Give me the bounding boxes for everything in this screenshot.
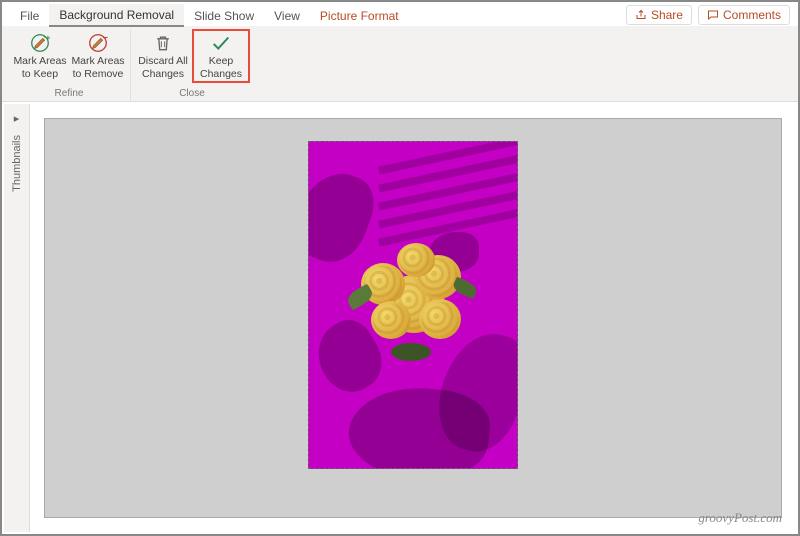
tab-view[interactable]: View [264, 5, 310, 26]
group-refine-label: Refine [55, 88, 84, 101]
mark-areas-keep-button[interactable]: + Mark Areas to Keep [12, 30, 68, 82]
ribbon: + Mark Areas to Keep − Mark Areas to Rem… [2, 26, 798, 102]
discard-all-changes-button[interactable]: Discard All Changes [135, 30, 191, 82]
tab-picture-format[interactable]: Picture Format [310, 5, 409, 26]
comments-label: Comments [723, 8, 781, 22]
mark-remove-l1: Mark Areas [71, 55, 124, 68]
share-icon [635, 9, 647, 21]
chevron-right-icon[interactable]: ▸ [14, 112, 20, 125]
comment-icon [707, 9, 719, 21]
group-refine: + Mark Areas to Keep − Mark Areas to Rem… [8, 30, 131, 101]
comments-button[interactable]: Comments [698, 5, 790, 25]
discard-l1: Discard All [138, 55, 188, 68]
svg-text:−: − [103, 32, 108, 42]
mark-areas-remove-button[interactable]: − Mark Areas to Remove [70, 30, 126, 82]
share-label: Share [651, 8, 683, 22]
check-icon [210, 32, 232, 54]
watermark: groovyPost.com [698, 510, 782, 526]
keep-changes-button[interactable]: Keep Changes [193, 30, 249, 82]
tab-background-removal[interactable]: Background Removal [49, 4, 184, 27]
tab-file[interactable]: File [10, 5, 49, 26]
thumbnails-panel[interactable]: ▸ Thumbnails [4, 104, 30, 532]
group-close: Discard All Changes Keep Changes Close [131, 30, 253, 101]
thumbnails-label: Thumbnails [11, 135, 23, 192]
selected-image[interactable] [308, 141, 518, 469]
foreground-flower [353, 243, 473, 353]
mark-keep-l1: Mark Areas [13, 55, 66, 68]
mark-remove-l2: to Remove [73, 68, 124, 81]
keep-l2: Changes [200, 68, 242, 81]
tab-bar: File Background Removal Slide Show View … [2, 2, 798, 26]
keep-l1: Keep [209, 55, 234, 68]
tab-slideshow[interactable]: Slide Show [184, 5, 264, 26]
pencil-minus-icon: − [87, 32, 109, 54]
share-button[interactable]: Share [626, 5, 692, 25]
pencil-plus-icon: + [29, 32, 51, 54]
slide-canvas-area: groovyPost.com [30, 104, 796, 532]
svg-text:+: + [46, 33, 51, 42]
header-actions: Share Comments [626, 5, 790, 25]
trash-icon [153, 32, 173, 54]
mark-keep-l2: to Keep [22, 68, 58, 81]
workspace: ▸ Thumbnails [4, 104, 796, 532]
slide-background[interactable] [44, 118, 782, 518]
group-close-label: Close [179, 88, 205, 101]
discard-l2: Changes [142, 68, 184, 81]
